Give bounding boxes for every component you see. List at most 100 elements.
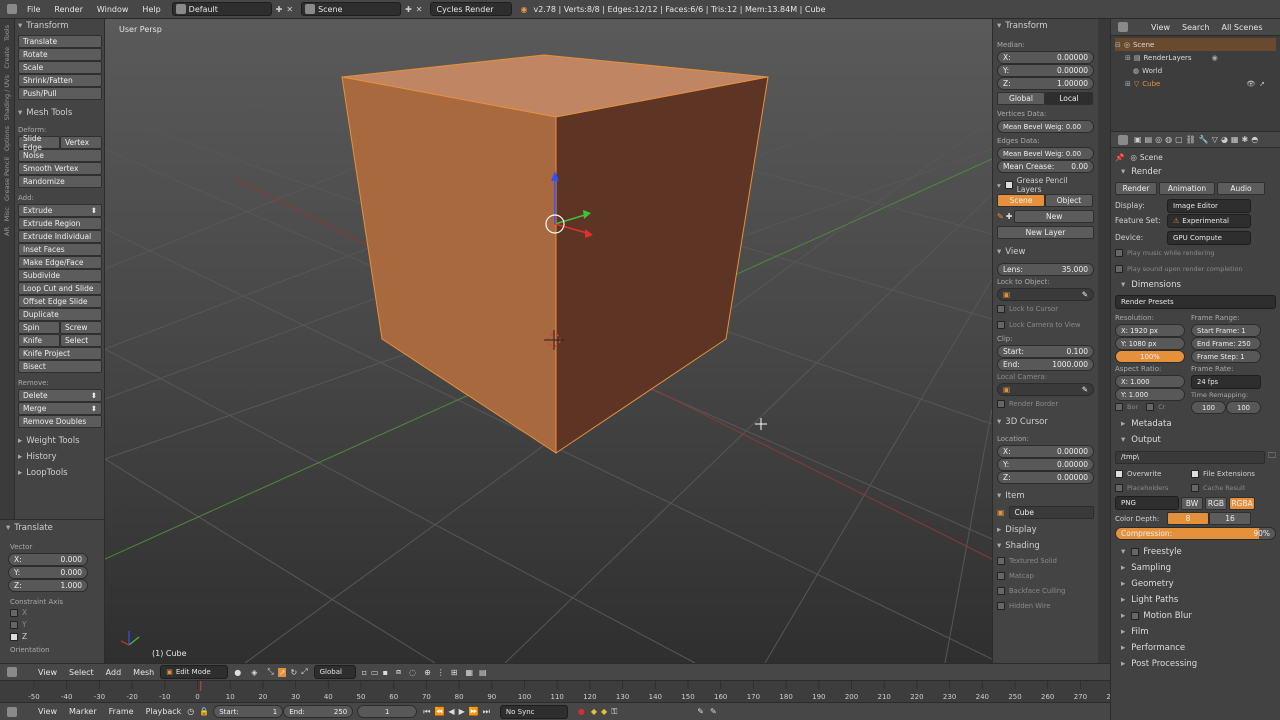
render-button[interactable]: Render <box>1115 182 1157 195</box>
delete-button[interactable]: Delete ⬍ <box>18 389 102 402</box>
mode-selector[interactable]: ▣ Edit Mode <box>160 665 229 679</box>
play-icon[interactable]: ▶ <box>459 707 465 716</box>
view-panel-title[interactable]: View <box>997 245 1094 259</box>
tab-grease-pencil[interactable]: Grease Pencil <box>3 157 11 201</box>
object-tab-icon[interactable]: ▢ <box>1175 135 1183 144</box>
noise-button[interactable]: Noise <box>18 149 102 162</box>
device-selector[interactable]: GPU Compute <box>1167 230 1251 245</box>
checkbox[interactable] <box>997 321 1005 329</box>
checkbox[interactable] <box>1191 469 1199 478</box>
dimensions-panel-title[interactable]: Dimensions <box>1115 277 1276 293</box>
play-music-check[interactable]: Play music while rendering <box>1115 245 1276 261</box>
gp-new-button[interactable]: New <box>1014 210 1094 223</box>
n-transform-title[interactable]: Transform <box>997 19 1094 33</box>
metadata-panel-title[interactable]: Metadata <box>1115 416 1276 432</box>
manipulator-icon[interactable]: ⤡ <box>267 667 273 677</box>
keying-set-icon[interactable]: ◆ <box>591 707 597 716</box>
checkbox[interactable] <box>10 621 18 629</box>
pivot-icon[interactable]: ◈ <box>251 668 257 677</box>
constraints-tab-icon[interactable]: ⛓ <box>1186 135 1196 144</box>
jump-start-icon[interactable]: ⏮ <box>423 707 430 717</box>
gp-object-toggle[interactable]: Object <box>1045 194 1093 207</box>
tl-frame-menu[interactable]: Frame <box>103 707 140 716</box>
checkbox[interactable] <box>997 305 1005 313</box>
audio-button[interactable]: Audio <box>1217 182 1265 195</box>
add-menu[interactable]: Add <box>100 668 128 677</box>
lock-to-cursor-check[interactable]: Lock to Cursor <box>997 301 1094 317</box>
mesh-tools-panel-title[interactable]: Mesh Tools <box>18 106 102 120</box>
spin-button[interactable]: Spin <box>18 321 60 334</box>
eyedropper-icon[interactable]: ✎ <box>1082 385 1088 394</box>
transform-panel-title[interactable]: Transform <box>18 19 102 33</box>
output-path-field[interactable]: /tmp\ <box>1115 450 1265 464</box>
menu-window[interactable]: Window <box>90 5 136 14</box>
border-check[interactable]: Bor Cr <box>1115 401 1185 413</box>
checkbox[interactable] <box>1115 265 1123 273</box>
checkbox[interactable] <box>1131 548 1140 556</box>
subdivide-button[interactable]: Subdivide <box>18 269 102 282</box>
vector-y-field[interactable]: Y: 0.000 <box>8 566 88 579</box>
tl-playback-menu[interactable]: Playback <box>140 707 188 716</box>
duplicate-button[interactable]: Duplicate <box>18 308 102 321</box>
checkbox[interactable] <box>997 601 1005 610</box>
median-x-field[interactable]: X: 0.00000 <box>997 51 1094 64</box>
resolution-x-field[interactable]: X: 1920 px <box>1115 324 1185 337</box>
outliner-item-renderlayers[interactable]: ⊞ ▤ RenderLayers ◉ <box>1115 51 1276 64</box>
animation-button[interactable]: Animation <box>1159 182 1215 195</box>
global-toggle[interactable]: Global <box>997 92 1045 105</box>
outliner-item-scene[interactable]: ⊟ ◎ Scene <box>1115 38 1276 51</box>
end-frame-field[interactable]: End Frame: 250 <box>1191 337 1261 350</box>
offset-edge-slide-button[interactable]: Offset Edge Slide <box>18 295 102 308</box>
render-presets-selector[interactable]: Render Presets <box>1115 295 1276 309</box>
face-select-icon[interactable]: ▪ <box>383 668 388 677</box>
viewport-canvas[interactable] <box>105 19 992 663</box>
textured-solid-check[interactable]: Textured Solid <box>997 553 1094 568</box>
knife-button[interactable]: Knife <box>18 334 60 347</box>
world-tab-icon[interactable]: ◍ <box>1165 135 1172 144</box>
knife-project-button[interactable]: Knife Project <box>18 347 102 360</box>
extrude-region-button[interactable]: Extrude Region <box>18 217 102 230</box>
play-sound-check[interactable]: Play sound upon render completion <box>1115 261 1276 277</box>
render-border-check[interactable]: Render Border <box>997 396 1094 412</box>
loop-cut-button[interactable]: Loop Cut and Slide <box>18 282 102 295</box>
checkbox[interactable] <box>1146 403 1155 411</box>
remove-layout-icon[interactable]: ✕ <box>286 5 293 14</box>
grease-pencil-title[interactable]: Grease Pencil Layers <box>997 176 1094 194</box>
item-panel-title[interactable]: Item <box>997 489 1094 503</box>
info-editor-icon[interactable] <box>7 4 17 14</box>
menu-file[interactable]: File <box>20 5 47 14</box>
constraint-y[interactable]: Y <box>0 620 104 632</box>
shrink-fatten-button[interactable]: Shrink/Fatten <box>18 74 102 87</box>
output-panel-title[interactable]: Output <box>1115 432 1276 448</box>
geometry-panel-title[interactable]: Geometry <box>1115 576 1276 592</box>
rgba-toggle[interactable]: RGBA <box>1229 496 1255 510</box>
timeline-ruler[interactable]: -50 -40 -30 -20 -10 0 10 20 30 40 50 60 70 80 90 100 110… <box>0 681 1120 703</box>
cache-result-check[interactable]: Cache Result <box>1191 484 1245 492</box>
tab-tools[interactable]: Tools <box>3 25 11 41</box>
item-name-field[interactable]: Cube <box>1008 506 1094 519</box>
data-tab-icon[interactable]: ▽ <box>1212 135 1218 144</box>
view-menu[interactable]: View <box>32 668 63 677</box>
mean-bevel-vertex-field[interactable]: Mean Bevel Weig: 0.00 <box>997 120 1094 133</box>
cursor-select-icon[interactable]: ➚ <box>1259 80 1265 88</box>
sampling-panel-title[interactable]: Sampling <box>1115 560 1276 576</box>
hidden-wire-check[interactable]: Hidden Wire <box>997 598 1094 613</box>
proportional-edit-icon[interactable]: ◌ <box>409 668 416 677</box>
render-tab-icon[interactable]: ▣ <box>1134 135 1142 144</box>
3d-view-editor-icon[interactable] <box>7 667 17 677</box>
layout-selector[interactable]: Default <box>171 2 272 16</box>
frame-rate-selector[interactable]: 24 fps <box>1191 375 1261 389</box>
scene-tab-icon[interactable]: ◎ <box>1155 135 1162 144</box>
screw-button[interactable]: Screw <box>60 321 102 334</box>
overwrite-check[interactable]: Overwrite <box>1115 469 1191 478</box>
select-menu[interactable]: Select <box>63 668 100 677</box>
clip-start-field[interactable]: Start: 0.100 <box>997 345 1094 358</box>
slide-edge-button[interactable]: Slide Edge <box>18 134 60 152</box>
checkbox[interactable] <box>1115 484 1123 492</box>
inset-faces-button[interactable]: Inset Faces <box>18 243 102 256</box>
delete-keyframe-icon[interactable]: ✎ <box>710 707 717 716</box>
checkbox[interactable] <box>997 586 1005 595</box>
randomize-button[interactable]: Randomize <box>18 175 102 188</box>
median-y-field[interactable]: Y: 0.00000 <box>997 64 1094 77</box>
3d-viewport[interactable]: User Persp (1) Cube <box>105 19 992 663</box>
